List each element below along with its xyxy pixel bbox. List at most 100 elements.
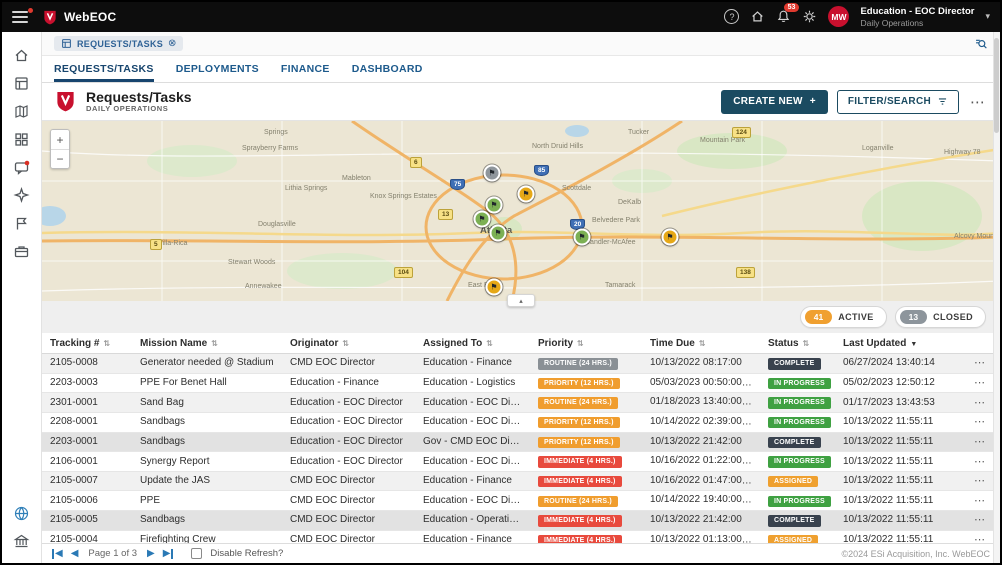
filter-icon — [937, 96, 948, 107]
cell-assigned: Education - Finance — [415, 471, 530, 491]
closed-filter-pill[interactable]: 13 CLOSED — [895, 306, 986, 328]
menu-hamburger-icon[interactable] — [12, 11, 28, 23]
table-row[interactable]: 2203-0001SandbagsEducation - EOC Directo… — [42, 432, 1000, 452]
cell-updated: 10/13/2022 11:55:11 — [835, 412, 960, 432]
create-new-button[interactable]: CREATE NEW+ — [721, 90, 828, 114]
sort-icon: ▼ — [910, 341, 917, 348]
statusbar: ◀ ◀ Page 1 of 3 ▶ ▶ Disable Refresh? ©20… — [42, 543, 1000, 563]
map-flag-marker[interactable]: ⚑ — [484, 165, 501, 182]
help-icon[interactable]: ? — [724, 9, 739, 24]
zoom-in-button[interactable]: + — [51, 130, 69, 149]
map-flag-marker[interactable]: ⚑ — [474, 211, 491, 228]
column-header[interactable]: Mission Name⇅ — [132, 333, 282, 354]
column-header[interactable]: Status⇅ — [760, 333, 835, 354]
brand: WebEOC — [42, 9, 116, 26]
disable-refresh-checkbox[interactable] — [191, 548, 202, 559]
sidebar-maps-icon[interactable] — [8, 97, 36, 125]
cell-time-due: 01/18/2023 13:40:00! — [642, 393, 760, 413]
table-row[interactable]: 2105-0008Generator needed @ StadiumCMD E… — [42, 354, 1000, 374]
column-header[interactable]: Priority⇅ — [530, 333, 642, 354]
active-filter-pill[interactable]: 41 ACTIVE — [800, 306, 887, 328]
tab-requests-tasks[interactable]: REQUESTS/TASKS — [54, 56, 154, 82]
settings-gear-icon[interactable] — [802, 9, 817, 24]
map-flag-marker[interactable]: ⚑ — [662, 229, 679, 246]
map-place-label: North Druid Hills — [532, 143, 583, 150]
map[interactable]: SpringsSprayberry FarmsMabletonLithia Sp… — [42, 121, 1000, 301]
priority-badge: IMMEDIATE (4 HRS.) — [538, 456, 622, 467]
page-more-actions-button[interactable]: ⋯ — [968, 93, 988, 111]
workspace-chip-close-icon[interactable]: ⊗ — [168, 38, 176, 49]
active-label: ACTIVE — [838, 312, 873, 322]
user-menu-chevron-icon[interactable]: ▾ — [985, 11, 990, 22]
notifications-bell-icon[interactable]: 53 — [776, 9, 791, 24]
status-badge: IN PROGRESS — [768, 417, 831, 428]
table-row[interactable]: 2106-0001Synergy ReportEducation - EOC D… — [42, 452, 1000, 472]
pagination-first-button[interactable]: ◀ — [52, 549, 63, 559]
map-collapse-button[interactable]: ▴ — [507, 294, 535, 307]
map-flag-marker[interactable]: ⚑ — [486, 197, 503, 214]
table-row[interactable]: 2208-0001SandbagsEducation - EOC Directo… — [42, 412, 1000, 432]
map-place-label: Loganville — [862, 145, 894, 152]
sidebar-globe-icon[interactable] — [8, 499, 36, 527]
vertical-scrollbar[interactable] — [993, 32, 1000, 563]
pagination-prev-button[interactable]: ◀ — [71, 549, 79, 559]
table-row[interactable]: 2105-0004Firefighting CrewCMD EOC Direct… — [42, 530, 1000, 543]
table-row[interactable]: 2203-0003PPE For Benet HallEducation - F… — [42, 373, 1000, 393]
map-flag-marker[interactable]: ⚑ — [518, 186, 535, 203]
scrollbar-thumb[interactable] — [994, 38, 999, 133]
home-icon[interactable] — [750, 9, 765, 24]
column-header[interactable]: Last Updated▼ — [835, 333, 960, 354]
sidebar-agency-building-icon[interactable] — [8, 527, 36, 555]
map-overlay: SpringsSprayberry FarmsMabletonLithia Sp… — [42, 121, 1000, 301]
pagination-next-button[interactable]: ▶ — [147, 549, 155, 559]
column-header[interactable]: Tracking #⇅ — [42, 333, 132, 354]
cell-updated: 06/27/2024 13:40:14 — [835, 354, 960, 374]
priority-badge: PRIORITY (12 HRS.) — [538, 417, 620, 428]
cell-originator: Education - EOC Director — [282, 452, 415, 472]
sidebar-apps-grid-icon[interactable] — [8, 125, 36, 153]
cell-time-due: 10/13/2022 08:17:00 — [642, 354, 760, 374]
sidebar-resources-icon[interactable] — [8, 237, 36, 265]
column-header[interactable]: Assigned To⇅ — [415, 333, 530, 354]
map-flag-marker[interactable]: ⚑ — [490, 225, 507, 242]
cell-assigned: Education - Finance — [415, 530, 530, 543]
road-shield: 5 — [150, 239, 162, 250]
tab-finance[interactable]: FINANCE — [281, 56, 330, 82]
sidebar-boards-icon[interactable] — [8, 69, 36, 97]
pagination-last-button[interactable]: ▶ — [163, 549, 174, 559]
filter-search-button[interactable]: FILTER/SEARCH — [837, 90, 959, 114]
sidebar-messages-icon[interactable] — [8, 153, 36, 181]
panel-search-icon[interactable] — [974, 37, 988, 51]
zoom-out-button[interactable]: − — [51, 149, 69, 168]
map-place-label: Douglasville — [258, 221, 296, 228]
user-menu[interactable]: Education - EOC Director Daily Operation… — [860, 6, 974, 28]
board-icon — [61, 38, 72, 49]
sidebar-plugins-icon[interactable] — [8, 181, 36, 209]
table-row[interactable]: 2105-0007Update the JASCMD EOC DirectorE… — [42, 471, 1000, 491]
priority-badge: IMMEDIATE (4 HRS.) — [538, 476, 622, 487]
column-header[interactable]: Time Due⇅ — [642, 333, 760, 354]
map-flag-marker[interactable]: ⚑ — [574, 229, 591, 246]
workspace-chip[interactable]: REQUESTS/TASKS ⊗ — [54, 36, 183, 51]
tab-dashboard[interactable]: DASHBOARD — [352, 56, 423, 82]
cell-updated: 10/13/2022 11:55:11 — [835, 491, 960, 511]
cell-tracking: 2105-0006 — [42, 491, 132, 511]
notification-count-badge: 53 — [784, 3, 800, 12]
table-row[interactable]: 2105-0006PPECMD EOC DirectorEducation - … — [42, 491, 1000, 511]
column-header[interactable]: Originator⇅ — [282, 333, 415, 354]
map-flag-marker[interactable]: ⚑ — [486, 279, 503, 296]
map-place-label: DeKalb — [618, 199, 641, 206]
tab-deployments[interactable]: DEPLOYMENTS — [176, 56, 259, 82]
status-badge: COMPLETE — [768, 515, 821, 526]
cell-originator: Education - EOC Director — [282, 432, 415, 452]
sidebar-home-icon[interactable] — [8, 41, 36, 69]
cell-time-due: 10/14/2022 19:40:00! — [642, 491, 760, 511]
board-logo-shield-icon — [54, 89, 77, 114]
cell-mission: Sand Bag — [132, 393, 282, 413]
workspace-chip-label: REQUESTS/TASKS — [77, 39, 163, 49]
table-row[interactable]: 2301-0001Sand BagEducation - EOC Directo… — [42, 393, 1000, 413]
sidebar-alerts-flag-icon[interactable] — [8, 209, 36, 237]
cell-mission: PPE — [132, 491, 282, 511]
table-row[interactable]: 2105-0005SandbagsCMD EOC DirectorEducati… — [42, 511, 1000, 531]
user-avatar[interactable]: MW — [828, 6, 849, 27]
